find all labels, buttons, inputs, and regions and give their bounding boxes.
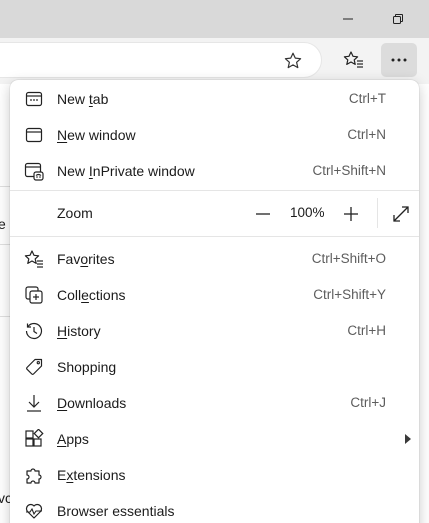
address-bar[interactable] — [0, 42, 322, 78]
menu-item-extensions[interactable]: Extensions — [10, 457, 419, 493]
title-bar — [0, 0, 429, 38]
menu-item-label: Shopping — [57, 359, 117, 375]
favorites-button[interactable] — [336, 43, 372, 77]
shortcut-text: Ctrl+H — [347, 323, 386, 338]
shortcut-text: Ctrl+Shift+O — [311, 251, 386, 266]
restore-button[interactable] — [380, 6, 416, 32]
menu-item-downloads[interactable]: Downloads Ctrl+J — [10, 385, 419, 421]
page-text-fragment: e — [0, 216, 6, 232]
menu-item-shopping[interactable]: Shopping — [10, 349, 419, 385]
menu-item-label: New tab — [57, 91, 109, 107]
menu-item-new-tab[interactable]: New tab Ctrl+T — [10, 81, 419, 117]
menu-item-browser-essentials[interactable]: Browser essentials — [10, 493, 419, 523]
plus-icon — [344, 207, 358, 221]
zoom-row: Zoom 100% — [10, 190, 419, 236]
minus-icon — [256, 213, 270, 215]
full-screen-button[interactable] — [388, 201, 414, 227]
zoom-label: Zoom — [57, 205, 93, 221]
menu-item-label: Favorites — [57, 251, 115, 267]
shortcut-text: Ctrl+T — [348, 91, 386, 106]
puzzle-piece-icon — [24, 465, 44, 485]
download-icon — [24, 393, 44, 413]
minimize-icon — [343, 18, 353, 20]
heart-pulse-icon — [24, 501, 44, 521]
menu-item-label: Apps — [57, 431, 89, 447]
menu-item-label: New InPrivate window — [57, 163, 195, 179]
shortcut-text: Ctrl+Shift+Y — [313, 287, 386, 302]
price-tag-icon — [24, 357, 44, 377]
favorites-icon — [24, 249, 44, 269]
zoom-out-button[interactable] — [250, 201, 276, 227]
menu-item-label: Browser essentials — [57, 503, 175, 519]
history-icon — [24, 321, 44, 341]
favorites-star-list-icon — [343, 51, 363, 68]
zoom-value: 100% — [290, 205, 325, 220]
settings-and-more-button[interactable] — [381, 43, 417, 77]
shortcut-text: Ctrl+N — [347, 127, 386, 142]
menu-item-new-inprivate-window[interactable]: New InPrivate window Ctrl+Shift+N — [10, 153, 419, 189]
new-tab-icon — [24, 89, 44, 109]
expand-diagonal-icon — [393, 206, 409, 222]
minimize-button[interactable] — [330, 6, 366, 32]
menu-item-new-window[interactable]: New window Ctrl+N — [10, 117, 419, 153]
menu-item-label: Collections — [57, 287, 126, 303]
menu-item-label: New window — [57, 127, 136, 143]
browser-toolbar — [0, 38, 429, 84]
shortcut-text: Ctrl+J — [350, 395, 386, 410]
apps-icon — [24, 429, 44, 449]
menu-item-label: History — [57, 323, 101, 339]
menu-item-history[interactable]: History Ctrl+H — [10, 313, 419, 349]
new-window-icon — [24, 125, 44, 145]
menu-item-label: Extensions — [57, 467, 126, 483]
restore-window-icon — [393, 14, 403, 24]
star-outline-icon — [284, 52, 302, 69]
shortcut-text: Ctrl+Shift+N — [312, 163, 386, 178]
inprivate-window-icon — [24, 161, 44, 181]
menu-item-label: Downloads — [57, 395, 127, 411]
settings-menu: New tab Ctrl+T New window Ctrl+N New InP… — [10, 80, 419, 523]
menu-divider — [10, 236, 419, 237]
menu-item-favorites[interactable]: Favorites Ctrl+Shift+O — [10, 241, 419, 277]
ellipsis-icon — [391, 58, 407, 62]
menu-item-collections[interactable]: Collections Ctrl+Shift+Y — [10, 277, 419, 313]
zoom-separator — [377, 198, 378, 228]
submenu-arrow-icon — [405, 434, 411, 444]
add-to-favorites-button[interactable] — [281, 49, 305, 73]
collections-icon — [24, 285, 44, 305]
zoom-in-button[interactable] — [338, 201, 364, 227]
menu-item-apps[interactable]: Apps — [10, 421, 419, 457]
